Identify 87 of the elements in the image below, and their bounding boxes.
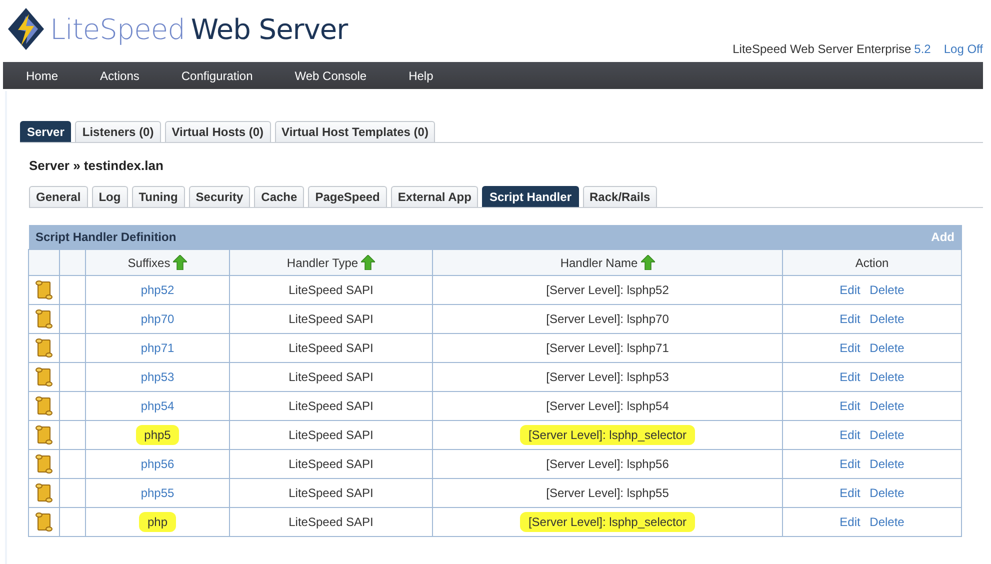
delete-link[interactable]: Delete xyxy=(870,312,904,326)
breadcrumb: Server » testindex.lan xyxy=(28,157,164,175)
edit-link[interactable]: Edit xyxy=(840,341,860,355)
nav-item[interactable]: Actions xyxy=(100,68,140,82)
scroll-icon xyxy=(35,454,53,474)
tab[interactable]: Server xyxy=(20,121,72,142)
scroll-icon xyxy=(35,425,53,445)
handler-name: [Server Level]: lsphp55 xyxy=(546,486,669,500)
scroll-icon xyxy=(35,367,53,387)
version-number: 5.2 xyxy=(914,42,931,56)
suffix-link[interactable]: php56 xyxy=(140,457,174,471)
delete-link[interactable]: Delete xyxy=(870,341,904,355)
table-cell: LiteSpeed SAPI xyxy=(230,392,432,420)
handler-name: [Server Level]: lsphp56 xyxy=(546,457,669,471)
tab[interactable]: General xyxy=(29,186,88,207)
tab[interactable]: Listeners (0) xyxy=(75,121,161,142)
table-cell: LiteSpeed SAPI xyxy=(230,450,432,478)
column-label[interactable]: Suffixes xyxy=(128,256,170,270)
table-cell: LiteSpeed SAPI xyxy=(230,304,432,334)
tab[interactable]: Rack/Rails xyxy=(582,186,658,207)
edit-link[interactable]: Edit xyxy=(840,457,860,471)
edit-link[interactable]: Edit xyxy=(840,399,860,413)
tab[interactable]: External App xyxy=(390,186,478,207)
table-cell: LiteSpeed SAPI xyxy=(230,508,432,536)
handler-name: [Server Level]: lsphp70 xyxy=(546,312,669,326)
table-cell: LiteSpeed SAPI xyxy=(230,334,432,362)
edit-link[interactable]: Edit xyxy=(840,283,860,297)
handler-name: [Server Level]: lsphp54 xyxy=(546,399,669,413)
edit-link[interactable]: Edit xyxy=(840,486,860,500)
table-title: Script Handler Definition xyxy=(36,230,176,244)
suffix-link[interactable]: php70 xyxy=(140,312,174,326)
logo-text: LiteSpeed xyxy=(50,12,185,46)
sort-up-icon[interactable] xyxy=(173,255,188,270)
handler-name: [Server Level]: lsphp53 xyxy=(546,370,669,384)
suffix-link[interactable]: php55 xyxy=(140,486,174,500)
tab[interactable]: Script Handler xyxy=(482,186,578,207)
edit-link[interactable]: Edit xyxy=(840,428,860,442)
table-cell: LiteSpeed SAPI xyxy=(230,276,432,304)
suffix-link[interactable]: php54 xyxy=(140,399,174,413)
suffix-link[interactable]: php xyxy=(139,512,176,532)
tab[interactable]: Log xyxy=(92,186,128,207)
delete-link[interactable]: Delete xyxy=(870,515,904,529)
suffix-link[interactable]: php71 xyxy=(140,341,174,355)
table-cell: LiteSpeed SAPI xyxy=(230,478,432,508)
scroll-icon xyxy=(35,338,53,358)
nav-item[interactable]: Configuration xyxy=(181,68,253,82)
delete-link[interactable]: Delete xyxy=(870,486,904,500)
nav-item[interactable]: Help xyxy=(408,68,434,82)
scroll-icon xyxy=(35,280,53,300)
tab[interactable]: Virtual Host Templates (0) xyxy=(274,121,436,142)
edit-link[interactable]: Edit xyxy=(840,515,860,529)
logo-text: Web Server xyxy=(190,12,348,46)
suffix-link[interactable]: php52 xyxy=(140,283,174,297)
delete-link[interactable]: Delete xyxy=(870,428,904,442)
scroll-icon xyxy=(35,396,53,416)
column-label[interactable]: Handler Type xyxy=(286,256,358,270)
delete-link[interactable]: Delete xyxy=(870,283,904,297)
column-label[interactable]: Action xyxy=(855,256,889,270)
nav-item[interactable]: Web Console xyxy=(294,68,367,82)
suffix-link[interactable]: php5 xyxy=(136,425,179,445)
handler-name: [Server Level]: lsphp_selector xyxy=(520,512,695,532)
column-label[interactable]: Handler Name xyxy=(560,256,638,270)
tab[interactable]: PageSpeed xyxy=(308,186,387,207)
table-cell: LiteSpeed SAPI xyxy=(230,420,432,450)
scroll-icon xyxy=(35,483,53,503)
tab[interactable]: Cache xyxy=(254,186,304,207)
table-cell: LiteSpeed SAPI xyxy=(230,362,432,392)
logoff-link[interactable]: Log Off xyxy=(944,42,983,56)
tab[interactable]: Security xyxy=(188,186,250,207)
handler-name: [Server Level]: lsphp52 xyxy=(546,283,669,297)
delete-link[interactable]: Delete xyxy=(870,370,904,384)
handler-name: [Server Level]: lsphp71 xyxy=(546,341,669,355)
delete-link[interactable]: Delete xyxy=(870,399,904,413)
edit-link[interactable]: Edit xyxy=(840,370,860,384)
handler-name: [Server Level]: lsphp_selector xyxy=(520,425,695,445)
delete-link[interactable]: Delete xyxy=(870,457,904,471)
tab[interactable]: Virtual Hosts (0) xyxy=(164,121,271,142)
scroll-icon xyxy=(35,309,53,329)
edit-link[interactable]: Edit xyxy=(840,312,860,326)
sort-up-icon[interactable] xyxy=(640,255,655,270)
scroll-icon xyxy=(35,512,53,532)
tab[interactable]: Tuning xyxy=(132,186,185,207)
nav-item[interactable]: Home xyxy=(26,68,58,82)
suffix-link[interactable]: php53 xyxy=(140,370,174,384)
version-label: LiteSpeed Web Server Enterprise xyxy=(732,42,912,56)
sort-up-icon[interactable] xyxy=(361,255,376,270)
logo-icon xyxy=(8,8,44,50)
